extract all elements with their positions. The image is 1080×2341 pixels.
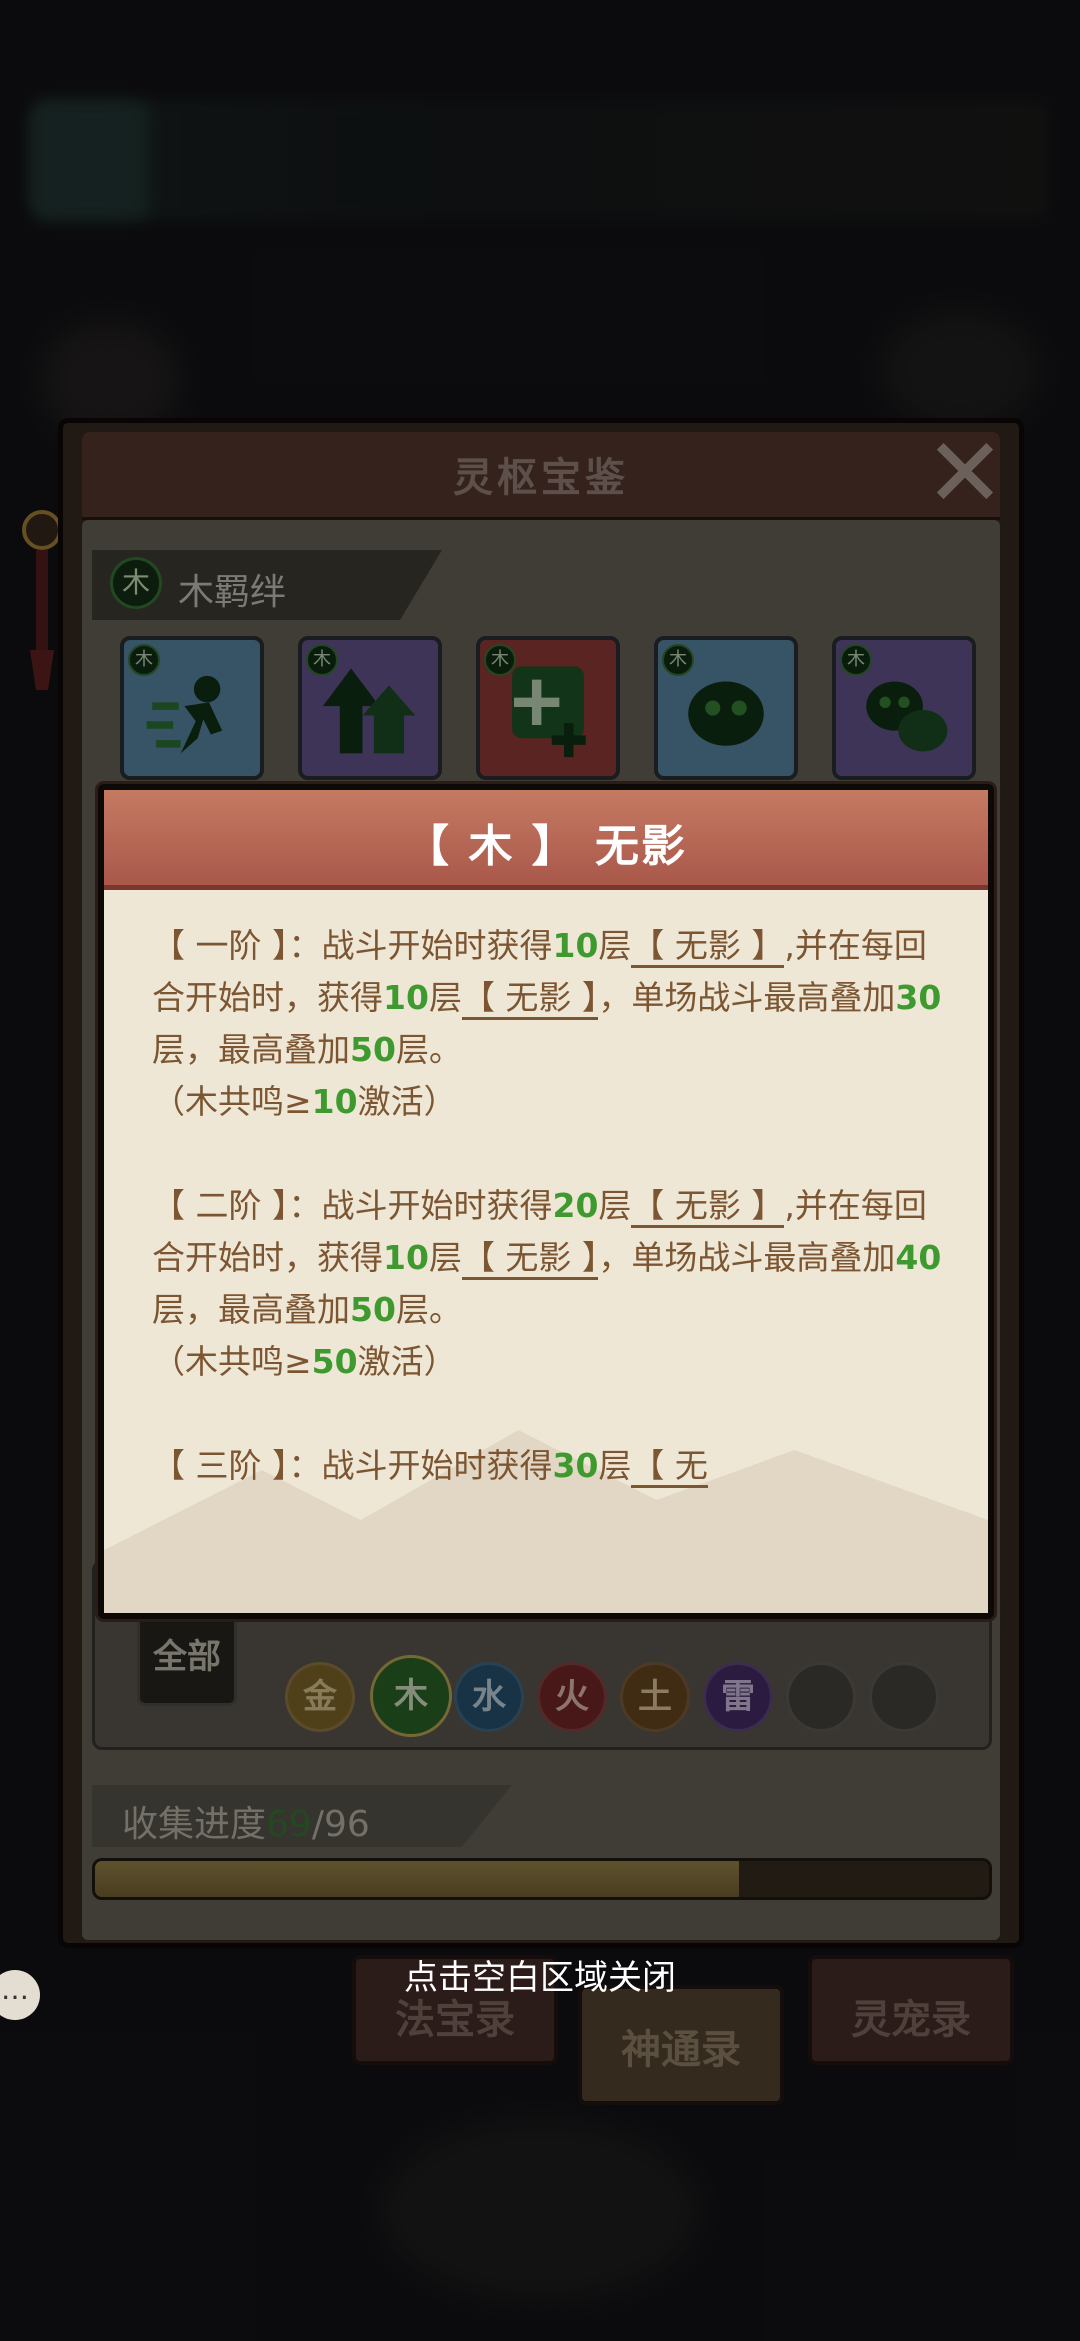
desc-text: ，单场战斗最高叠加 (598, 1238, 896, 1277)
tier-2-description: 【 二阶 】：战斗开始时获得20层【 无影 】,并在每回合开始时，获得10层【 … (152, 1180, 952, 1388)
desc-number: 50 (350, 1290, 396, 1329)
skill-detail-modal: 【 木 】 无影 【 一阶 】：战斗开始时获得10层【 无影 】,并在每回合开始… (98, 784, 994, 1619)
desc-number: 10 (383, 978, 429, 1017)
desc-number: 20 (552, 1186, 599, 1225)
desc-text: 【 一阶 】：战斗开始时获得 (152, 926, 553, 965)
desc-text: 层，最高叠加 (152, 1030, 350, 1069)
modal-description: 【 一阶 】：战斗开始时获得10层【 无影 】,并在每回合开始时，获得10层【 … (152, 920, 952, 1610)
desc-text: 层 (598, 1186, 632, 1225)
tier-3-description: 【 三阶 】：战斗开始时获得30层【 无 (152, 1440, 952, 1492)
activation-condition: 激活） (357, 1342, 457, 1381)
desc-number: 30 (895, 978, 942, 1017)
desc-text: 层 (598, 926, 632, 965)
effect-link[interactable]: 【 无影 】 (631, 1186, 785, 1228)
desc-text: 【 三阶 】：战斗开始时获得 (152, 1446, 553, 1485)
desc-number: 30 (552, 1446, 599, 1485)
desc-text: 层 (428, 1238, 462, 1277)
effect-link[interactable]: 【 无影 】 (461, 978, 599, 1020)
desc-text: 层 (428, 978, 462, 1017)
activation-condition: （木共鸣≥ (152, 1342, 312, 1381)
desc-number: 50 (350, 1030, 396, 1069)
effect-link[interactable]: 【 无影 】 (461, 1238, 599, 1280)
desc-number: 40 (895, 1238, 942, 1277)
effect-link[interactable]: 【 无影 】 (631, 926, 785, 968)
desc-text: 层 (598, 1446, 632, 1485)
desc-number: 50 (311, 1342, 358, 1381)
desc-text: 层。 (395, 1290, 462, 1329)
effect-link[interactable]: 【 无 (631, 1446, 708, 1488)
desc-text: 层。 (395, 1030, 462, 1069)
desc-number: 10 (383, 1238, 429, 1277)
tier-1-description: 【 一阶 】：战斗开始时获得10层【 无影 】,并在每回合开始时，获得10层【 … (152, 920, 952, 1128)
activation-condition: （木共鸣≥ (152, 1082, 312, 1121)
desc-text: 【 二阶 】：战斗开始时获得 (152, 1186, 553, 1225)
activation-condition: 激活） (357, 1082, 457, 1121)
desc-number: 10 (311, 1082, 358, 1121)
close-hint-text: 点击空白区域关闭 (404, 1958, 676, 1998)
desc-text: 层，最高叠加 (152, 1290, 350, 1329)
desc-text: ，单场战斗最高叠加 (598, 978, 896, 1017)
modal-title: 【 木 】 无影 (405, 821, 687, 872)
desc-number: 10 (552, 926, 599, 965)
